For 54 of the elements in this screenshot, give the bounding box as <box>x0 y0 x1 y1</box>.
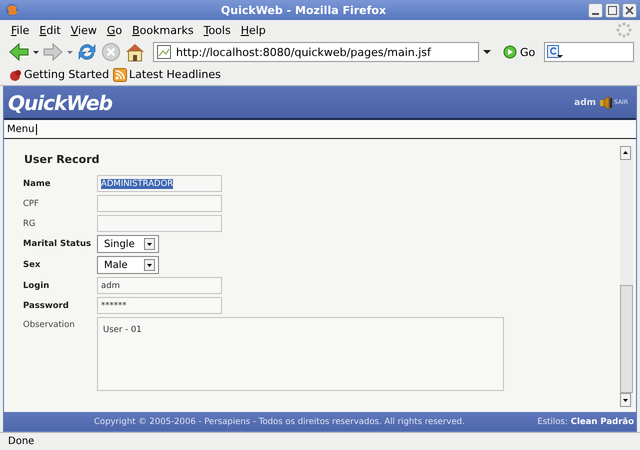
menu-item[interactable]: Tools <box>198 24 236 36</box>
input-field[interactable]: ADMINISTRADOR <box>97 175 222 192</box>
menu-item[interactable]: File <box>6 24 34 36</box>
close-icon[interactable] <box>622 2 637 18</box>
app-logo: QuickWeb <box>8 90 112 114</box>
scroll-down-icon[interactable] <box>620 393 631 407</box>
go-icon <box>503 45 517 59</box>
menu-item[interactable]: View <box>66 24 102 36</box>
input-field[interactable] <box>97 195 222 212</box>
input-field[interactable]: adm <box>97 277 222 294</box>
minimize-icon[interactable] <box>588 2 603 18</box>
menu-item[interactable]: Go <box>102 24 128 36</box>
copyright-text: Copyright © 2005-2006 - Persapiens - Todos os direitos reservados. All rights reserved. <box>94 416 465 426</box>
style-link[interactable]: Clean Padrão <box>570 416 634 426</box>
field-label: Observation <box>23 319 75 330</box>
bookmark-link[interactable]: Latest Headlines <box>113 68 221 82</box>
status-text: Done <box>8 436 34 447</box>
field-label: Marital Status <box>23 239 92 249</box>
field-label: Password <box>23 300 69 310</box>
speaker-icon <box>599 96 614 110</box>
select-field[interactable]: Male <box>97 256 159 274</box>
menu-item[interactable]: Help <box>236 24 271 36</box>
menu-item[interactable]: Bookmarks <box>127 24 199 36</box>
back-arrow-icon[interactable] <box>8 42 30 62</box>
address-field[interactable]: http://localhost:8080/quickweb/pages/main.jsf <box>153 42 479 62</box>
go-button[interactable]: Go <box>497 45 542 59</box>
styles-label: Estilos: <box>537 416 568 426</box>
search-field[interactable] <box>544 42 634 62</box>
home-icon[interactable] <box>124 42 146 62</box>
feed-icon <box>113 68 128 82</box>
window-title: QuickWeb - Mozilla Firefox <box>220 4 388 16</box>
field-label: Login <box>23 280 50 290</box>
page-icon <box>157 45 171 59</box>
maximize-icon[interactable] <box>605 2 620 18</box>
select-field[interactable]: Single <box>97 235 159 253</box>
scroll-up-icon[interactable] <box>620 146 631 160</box>
field-label: Name <box>23 178 50 188</box>
field-label: CPF <box>23 198 39 208</box>
input-field[interactable] <box>97 215 222 232</box>
input-field[interactable]: ****** <box>97 297 222 314</box>
form-title: User Record <box>23 153 101 166</box>
menu-link[interactable]: Menu <box>7 124 38 134</box>
field-label: Sex <box>23 260 40 270</box>
user-name: adm <box>574 98 596 108</box>
throbber-icon <box>616 22 632 38</box>
menu-item[interactable]: Edit <box>34 24 66 36</box>
bookmark-link[interactable]: Getting Started <box>8 68 110 82</box>
search-engine-icon[interactable] <box>547 45 564 59</box>
scrollbar[interactable] <box>620 146 633 407</box>
page-bookmark-icon <box>8 68 22 82</box>
reload-icon[interactable] <box>76 42 98 62</box>
text-area[interactable]: User - 01 <box>97 317 504 391</box>
scroll-thumb[interactable] <box>620 285 633 393</box>
field-label: RG <box>23 218 36 228</box>
